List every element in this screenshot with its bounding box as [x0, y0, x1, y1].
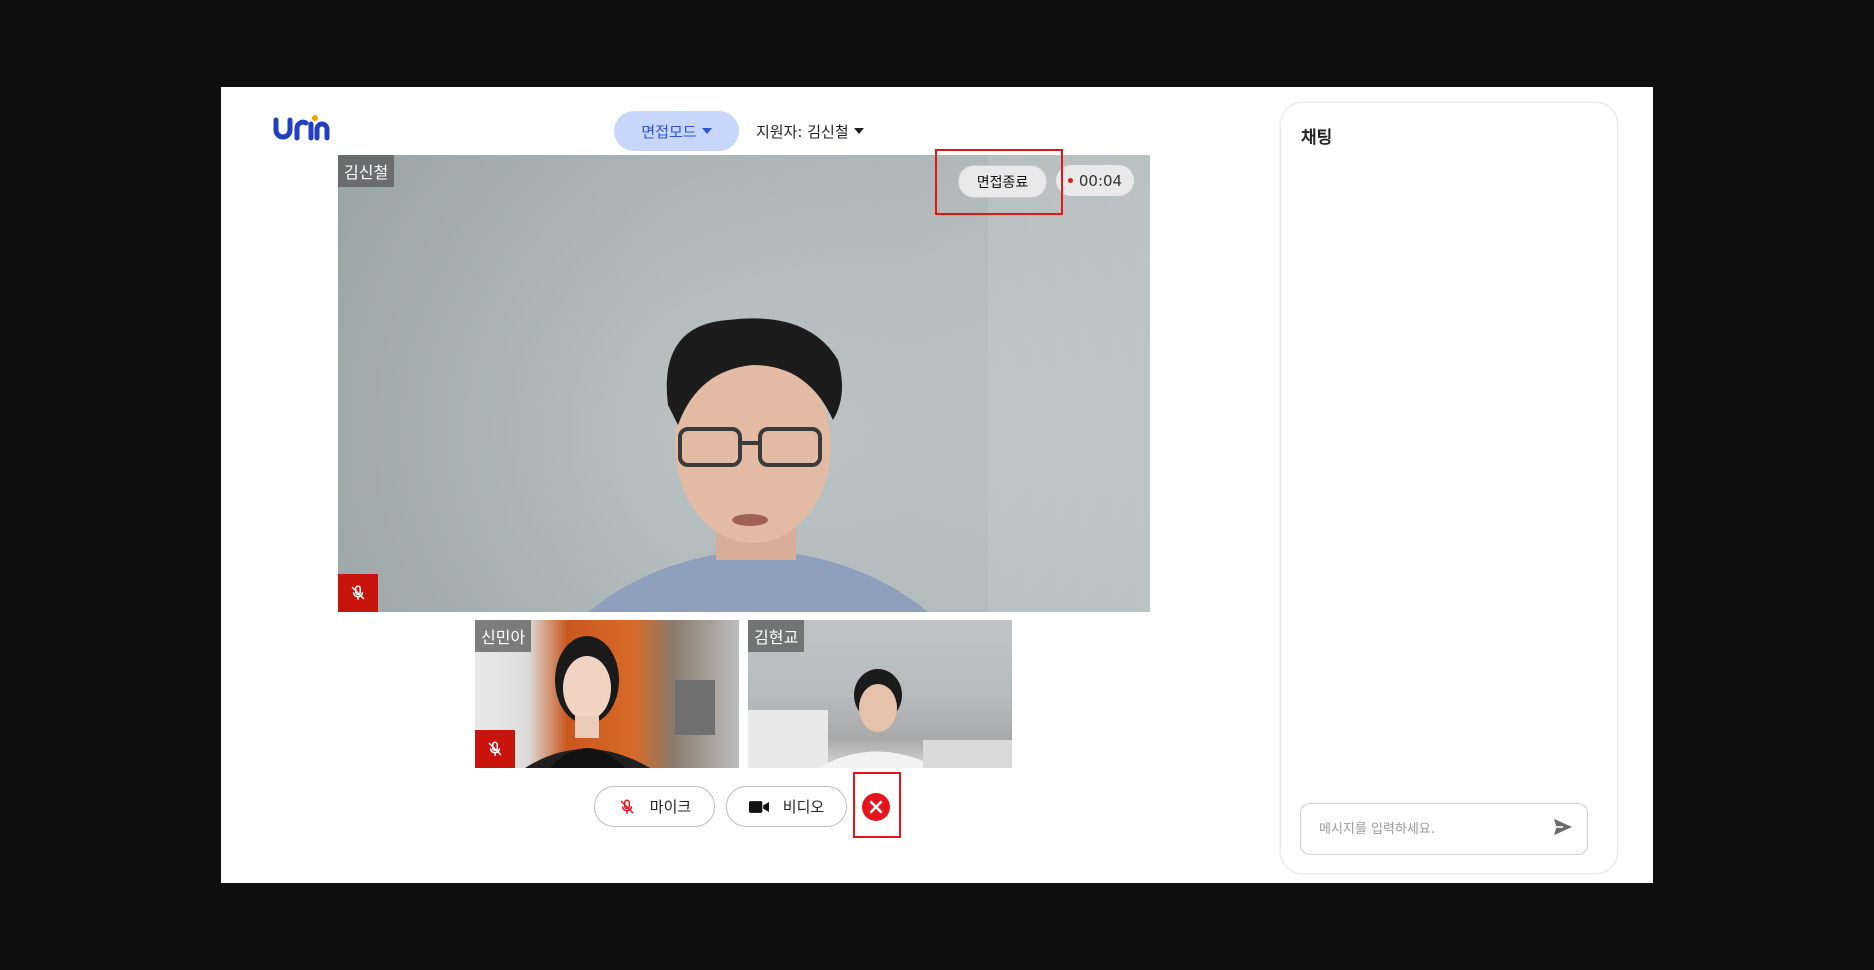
- participant-name-tag: 김신철: [338, 155, 395, 187]
- mic-toggle-button[interactable]: 마이크: [594, 786, 715, 827]
- highlight-box: [853, 772, 901, 838]
- interview-mode-dropdown[interactable]: 면접모드: [614, 111, 739, 151]
- interview-app: 면접모드 지원자: 김신철 김신철 면접종료 00:04 신민아 김현교 마이크…: [221, 87, 1653, 883]
- caret-down-icon: [853, 128, 864, 134]
- muted-mic-icon: [338, 574, 378, 612]
- interview-mode-label: 면접모드: [641, 122, 697, 141]
- participant-name-tag: 신민아: [475, 620, 532, 652]
- participant-video-image: [588, 155, 1150, 612]
- chat-panel: 채팅: [1280, 102, 1618, 874]
- chat-title: 채팅: [1301, 128, 1333, 148]
- main-video-feed: 김신철 면접종료 00:04: [338, 155, 1150, 612]
- call-controls: 마이크 비디오: [594, 786, 890, 827]
- chat-message-input[interactable]: [1317, 820, 1541, 838]
- mic-label: 마이크: [649, 798, 692, 816]
- highlight-box: [935, 149, 1063, 215]
- recording-timer: 00:04: [1056, 165, 1134, 196]
- chat-input-box: [1300, 803, 1588, 855]
- participant-thumbnail[interactable]: 신민아: [475, 620, 739, 768]
- video-camera-icon: [748, 800, 769, 813]
- caret-down-icon: [701, 128, 712, 134]
- participant-name-tag: 김현교: [748, 620, 805, 652]
- video-toggle-button[interactable]: 비디오: [726, 786, 847, 827]
- muted-mic-icon: [475, 730, 515, 768]
- mic-off-icon: [620, 798, 634, 814]
- applicant-label: 지원자: 김신철: [756, 122, 849, 141]
- recording-dot-icon: [1067, 178, 1073, 183]
- video-label: 비디오: [782, 798, 825, 816]
- participant-thumbnail[interactable]: 김현교: [748, 620, 1012, 768]
- urn-logo: [273, 115, 330, 141]
- timer-value: 00:04: [1078, 171, 1123, 190]
- send-icon[interactable]: [1553, 818, 1573, 836]
- applicant-dropdown[interactable]: 지원자: 김신철: [756, 111, 864, 151]
